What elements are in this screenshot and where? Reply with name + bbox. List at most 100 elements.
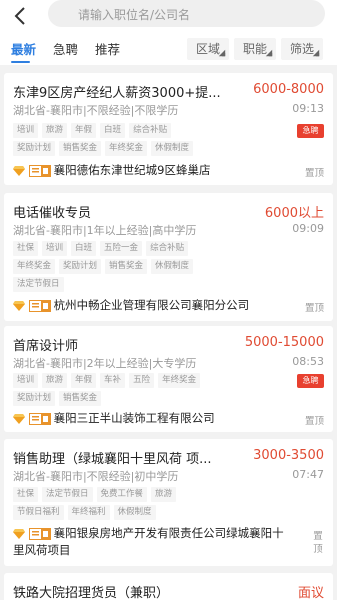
company-row[interactable]: 杭州中畅企业管理有限公司襄阳分公司 xyxy=(13,297,249,313)
benefit-tag: 休假制度 xyxy=(151,259,194,274)
back-button[interactable] xyxy=(6,2,36,32)
benefit-tag: 奖励计划 xyxy=(59,259,102,274)
job-salary: 3000-3500 xyxy=(253,448,324,463)
tag-row: 社保 法定节假日 免费工作餐 旅游 xyxy=(13,487,180,502)
pinned-label: 置顶 xyxy=(304,416,324,427)
company-row[interactable]: 襄阳银泉房地产开发有限责任公司绿城襄阳十里风荷项目 xyxy=(13,525,288,558)
benefit-tag: 旅游 xyxy=(42,123,68,138)
job-title[interactable]: 销售助理（绿城襄阳十里风荷 项... xyxy=(13,448,212,467)
search-placeholder: 请输入职位名/公司名 xyxy=(78,8,191,22)
benefit-tag: 销售奖金 xyxy=(59,141,102,156)
job-salary: 6000-8000 xyxy=(253,82,324,97)
benefit-tag: 法定节假日 xyxy=(42,487,93,502)
job-meta: 湖北省-襄阳市|2年以上经验|大专学历 xyxy=(13,357,197,370)
tab-latest[interactable]: 最新 xyxy=(11,39,36,58)
tag-row: 奖励计划 销售奖金 xyxy=(13,391,105,406)
search-input[interactable]: 请输入职位名/公司名 xyxy=(48,0,325,27)
diamond-icon xyxy=(13,413,25,425)
benefit-tag: 销售奖金 xyxy=(105,259,148,274)
job-title[interactable]: 铁路大院招理货员（兼职） xyxy=(13,582,169,600)
filter-more-label: 筛选 xyxy=(289,42,314,56)
job-time: 09:09 xyxy=(292,222,324,235)
filter-area-label: 区域 xyxy=(195,42,220,56)
tag-row: 年终奖金 奖励计划 销售奖金 休假制度 xyxy=(13,259,197,274)
job-card[interactable]: 东津9区房产经纪人薪资3000+提... 6000-8000 湖北省-襄阳市|不… xyxy=(4,73,333,185)
job-card[interactable]: 首席设计师 5000-15000 湖北省-襄阳市|2年以上经验|大专学历 08:… xyxy=(4,326,333,432)
certified-badge-icon xyxy=(28,413,51,425)
active-tab-indicator xyxy=(11,61,30,63)
benefit-tag: 车补 xyxy=(100,373,126,388)
tab-bar: 最新 急聘 推荐 区域 职能 筛选 xyxy=(0,35,337,65)
benefit-tag: 综合补贴 xyxy=(146,241,189,256)
job-salary: 面议 xyxy=(297,586,324,600)
benefit-tag: 培训 xyxy=(42,241,68,256)
corner-triangle-icon xyxy=(312,49,320,57)
tab-urgent[interactable]: 急聘 xyxy=(53,39,78,58)
job-title[interactable]: 电话催收专员 xyxy=(13,202,91,221)
job-title[interactable]: 首席设计师 xyxy=(13,335,78,354)
pinned-label: 置顶 xyxy=(304,303,324,314)
company-row[interactable]: 襄阳德佑东津世纪城9区蜂巢店 xyxy=(13,162,210,178)
benefit-tag: 节假日福利 xyxy=(13,505,64,520)
benefit-tag: 培训 xyxy=(13,123,39,138)
benefit-tag: 年终奖金 xyxy=(105,141,148,156)
benefit-tag: 旅游 xyxy=(151,487,177,502)
tab-recommended[interactable]: 推荐 xyxy=(95,39,120,58)
job-salary: 5000-15000 xyxy=(244,335,324,350)
benefit-tag: 培训 xyxy=(13,373,39,388)
urgent-badge: 急聘 xyxy=(297,374,324,388)
job-card[interactable]: 铁路大院招理货员（兼职） 面议 xyxy=(4,573,333,600)
benefit-tag: 社保 xyxy=(13,487,39,502)
corner-triangle-icon xyxy=(218,49,226,57)
top-bar: 请输入职位名/公司名 xyxy=(0,0,337,35)
tag-row: 法定节假日 xyxy=(13,277,68,292)
tag-row: 社保 培训 白班 五险一金 综合补贴 xyxy=(13,241,192,256)
benefit-tag: 年假 xyxy=(71,373,97,388)
certified-badge-icon xyxy=(28,528,51,540)
job-meta: 湖北省-襄阳市|不限经验|不限学历 xyxy=(13,104,179,117)
filter-more[interactable]: 筛选 xyxy=(281,38,323,60)
benefit-tag: 年终福利 xyxy=(67,505,110,520)
urgent-badge: 急聘 xyxy=(297,124,324,138)
corner-triangle-icon xyxy=(265,49,273,57)
benefit-tag: 年终奖金 xyxy=(13,259,56,274)
job-salary: 6000以上 xyxy=(264,206,324,221)
benefit-tag: 年假 xyxy=(71,123,97,138)
benefit-tag: 五险 xyxy=(129,373,155,388)
filter-function[interactable]: 职能 xyxy=(234,38,276,60)
tag-row: 培训 旅游 年假 车补 五险 年终奖金 xyxy=(13,373,204,388)
tag-row: 奖励计划 销售奖金 年终奖金 休假制度 xyxy=(13,141,197,156)
certified-badge-icon xyxy=(28,165,51,177)
job-card[interactable]: 电话催收专员 6000以上 湖北省-襄阳市|1年以上经验|高中学历 09:09 … xyxy=(4,193,333,321)
job-title[interactable]: 东津9区房产经纪人薪资3000+提... xyxy=(13,82,221,101)
company-name: 杭州中畅企业管理有限公司襄阳分公司 xyxy=(53,298,250,312)
benefit-tag: 休假制度 xyxy=(151,141,194,156)
benefit-tag: 销售奖金 xyxy=(59,391,102,406)
job-meta: 湖北省-襄阳市|1年以上经验|高中学历 xyxy=(13,224,197,237)
benefit-tag: 五险一金 xyxy=(100,241,143,256)
company-name: 襄阳银泉房地产开发有限责任公司绿城襄阳十里风荷项目 xyxy=(13,526,284,557)
company-name: 襄阳三正半山装饰工程有限公司 xyxy=(53,411,215,425)
benefit-tag: 综合补贴 xyxy=(129,123,172,138)
diamond-icon xyxy=(13,528,25,540)
benefit-tag: 休假制度 xyxy=(113,505,156,520)
job-time: 08:53 xyxy=(292,355,324,368)
pinned-label: 置顶 xyxy=(313,531,323,555)
benefit-tag: 社保 xyxy=(13,241,39,256)
benefit-tag: 白班 xyxy=(100,123,126,138)
job-card[interactable]: 销售助理（绿城襄阳十里风荷 项... 3000-3500 湖北省-襄阳市|不限经… xyxy=(4,439,333,566)
benefit-tag: 免费工作餐 xyxy=(96,487,148,502)
job-meta: 湖北省-襄阳市|不限经验|初中学历 xyxy=(13,470,179,483)
filter-function-label: 职能 xyxy=(242,42,267,56)
benefit-tag: 法定节假日 xyxy=(13,277,64,292)
pinned-label: 置顶 xyxy=(304,168,324,179)
benefit-tag: 旅游 xyxy=(42,373,68,388)
company-row[interactable]: 襄阳三正半山装饰工程有限公司 xyxy=(13,410,215,426)
job-time: 09:13 xyxy=(292,102,324,115)
chevron-left-icon xyxy=(14,7,25,25)
diamond-icon xyxy=(13,165,25,177)
benefit-tag: 年终奖金 xyxy=(158,373,201,388)
tag-row: 节假日福利 年终福利 休假制度 xyxy=(13,505,160,520)
filter-area[interactable]: 区域 xyxy=(187,38,229,60)
job-time: 07:47 xyxy=(292,468,324,481)
